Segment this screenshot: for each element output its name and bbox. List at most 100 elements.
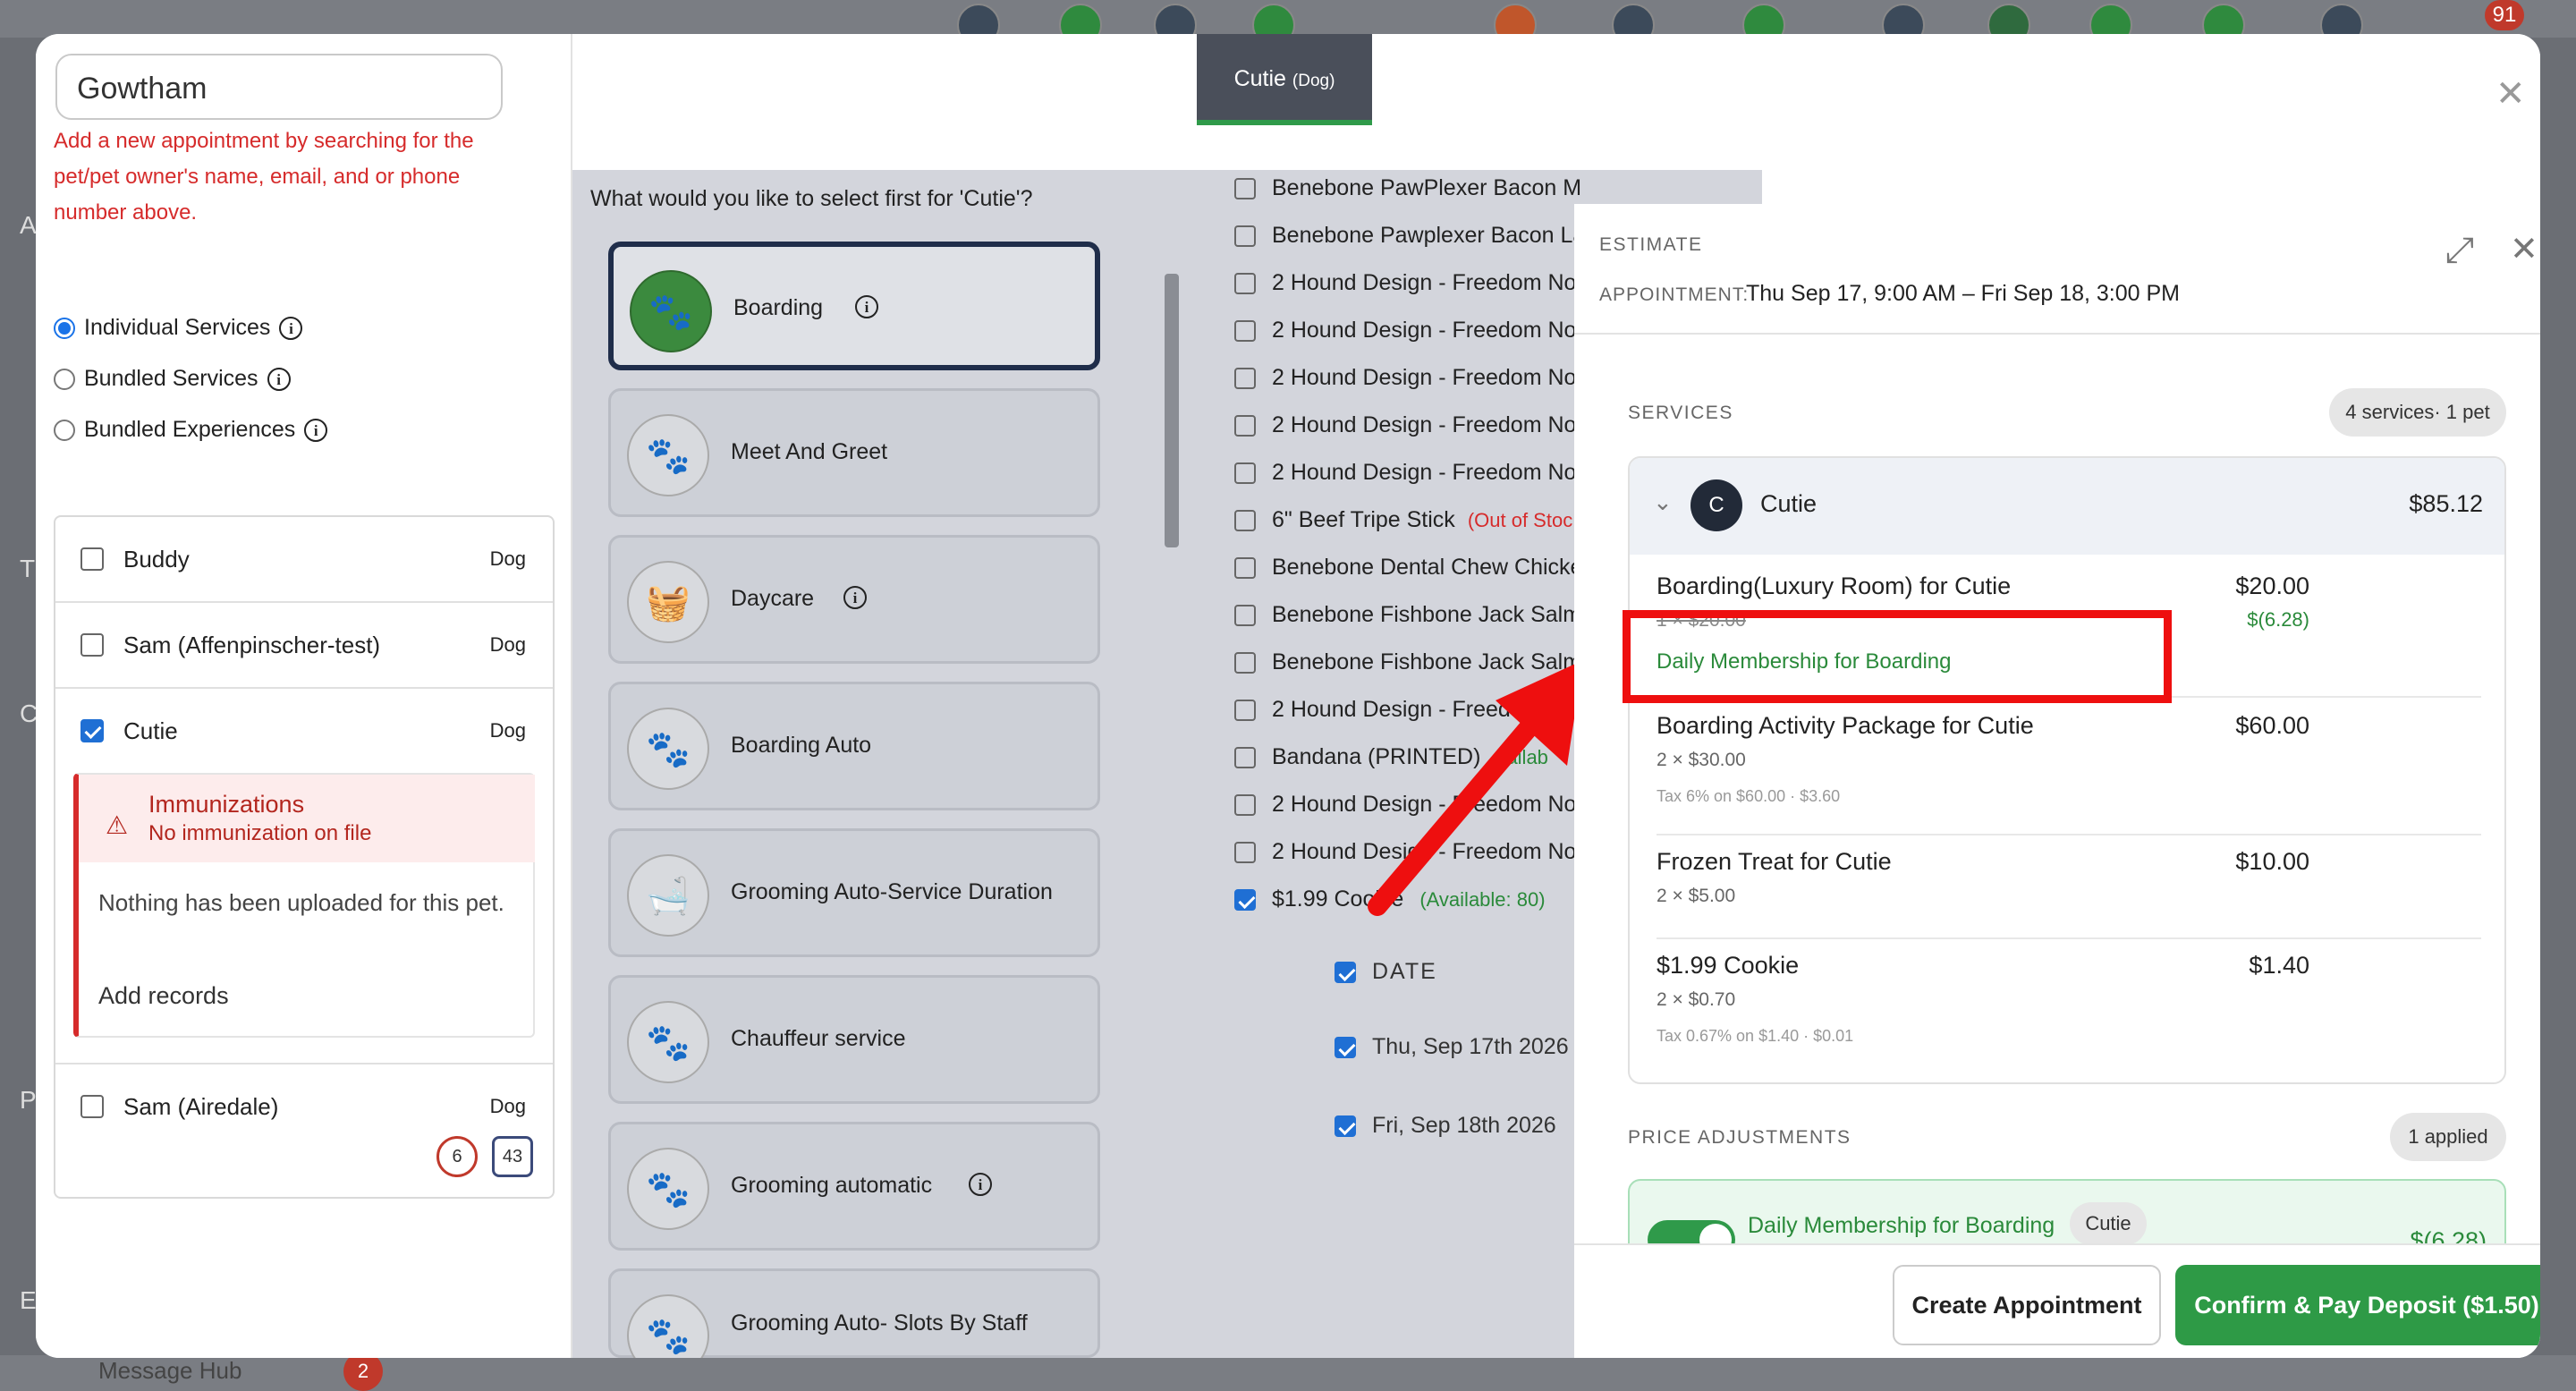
date-header-row[interactable]: DATE: [1335, 959, 1437, 985]
radio-bundled-services[interactable]: Bundled Services i: [54, 366, 291, 392]
info-icon[interactable]: i: [304, 418, 328, 442]
pet-checkbox[interactable]: [80, 633, 104, 657]
pet-row-sam-airedale[interactable]: Sam (Airedale) Dog 6 43: [55, 1064, 553, 1199]
product-row[interactable]: 2 Hound Design - Freedom No: [1234, 365, 1576, 391]
appointment-label: APPOINTMENT:: [1599, 284, 1750, 305]
product-name: 2 Hound Design - Freedom No: [1272, 412, 1577, 437]
estimate-footer: Create Appointment Confirm & Pay Deposit…: [1574, 1243, 2540, 1358]
product-checkbox[interactable]: [1234, 841, 1256, 863]
line-item-title: Boarding(Luxury Room) for Cutie: [1657, 573, 2012, 599]
pet-checkbox[interactable]: [80, 1095, 104, 1118]
close-icon[interactable]: ✕: [2496, 73, 2526, 115]
paw-icon: 🐾: [627, 708, 709, 790]
warning-icon: ⚠: [106, 811, 129, 839]
radio-individual-services[interactable]: Individual Services i: [54, 315, 303, 341]
pet-name: Sam (Affenpinscher-test): [123, 632, 381, 658]
pet-summary-row[interactable]: ⌄ C Cutie $85.12: [1630, 458, 2504, 555]
product-row[interactable]: Benebone PawPlexer Bacon M: [1234, 175, 1581, 201]
pet-name: Cutie: [123, 717, 178, 744]
expand-icon[interactable]: ⤢: [2445, 231, 2474, 271]
product-checkbox[interactable]: [1234, 414, 1256, 437]
product-checkbox[interactable]: [1234, 319, 1256, 342]
product-checkbox-checked[interactable]: [1234, 888, 1256, 911]
product-checkbox[interactable]: [1234, 509, 1256, 531]
line-item: Frozen Treat for Cutie $10.00 2 × $5.00: [1657, 848, 2481, 937]
radio-icon[interactable]: [54, 368, 75, 390]
services-count-pill: 4 services· 1 pet: [2329, 388, 2506, 437]
message-hub-label: Message Hub: [98, 1357, 242, 1384]
radio-selected-icon[interactable]: [54, 317, 75, 339]
pet-checkbox[interactable]: [80, 547, 104, 571]
product-row[interactable]: Benebone Fishbone Jack Salm: [1234, 602, 1581, 628]
product-checkbox[interactable]: [1234, 462, 1256, 484]
pet-tab-cutie[interactable]: Cutie (Dog): [1197, 34, 1372, 123]
pet-row-sam-affenpinscher[interactable]: Sam (Affenpinscher-test) Dog: [55, 603, 553, 689]
product-checkbox[interactable]: [1234, 367, 1256, 389]
services-card: ⌄ C Cutie $85.12 Boarding(Luxury Room) f…: [1628, 456, 2506, 1084]
radio-icon[interactable]: [54, 419, 75, 441]
service-card-chauffeur[interactable]: 🐾 Chauffeur service: [608, 975, 1100, 1104]
product-checkbox[interactable]: [1234, 793, 1256, 816]
service-card-meet-and-greet[interactable]: 🐾 Meet And Greet: [608, 388, 1100, 517]
service-card-grooming-slots-by-staff[interactable]: 🐾 Grooming Auto- Slots By Staff: [608, 1268, 1100, 1358]
info-icon[interactable]: i: [969, 1173, 992, 1196]
product-checkbox[interactable]: [1234, 225, 1256, 247]
service-card-daycare[interactable]: 🧺 Daycare i: [608, 535, 1100, 664]
paw-icon: 🐾: [627, 414, 709, 496]
product-row[interactable]: 2 Hound Design - Freedom No: [1234, 412, 1576, 438]
tab-pet-name: Cutie: [1233, 66, 1286, 91]
immunization-body: Nothing has been uploaded for this pet.: [98, 889, 504, 916]
date-row[interactable]: Fri, Sep 18th 2026: [1335, 1113, 1556, 1139]
date-select-all-checkbox[interactable]: [1335, 961, 1356, 983]
pet-species: Dog: [489, 1095, 526, 1117]
product-name: Benebone Fishbone Jack Salm: [1272, 602, 1582, 627]
notification-badge[interactable]: 91: [2485, 0, 2524, 30]
info-icon[interactable]: i: [855, 295, 878, 318]
product-row[interactable]: 2 Hound Design - Freedom No: [1234, 318, 1576, 344]
info-icon[interactable]: i: [267, 367, 291, 391]
service-card-grooming-automatic[interactable]: 🐾 Grooming automatic i: [608, 1122, 1100, 1251]
chevron-down-icon[interactable]: ⌄: [1653, 488, 1673, 516]
product-row[interactable]: 2 Hound Design - Freedom No: [1234, 460, 1576, 486]
confirm-pay-deposit-button[interactable]: Confirm & Pay Deposit ($1.50): [2175, 1265, 2540, 1345]
product-row[interactable]: Benebone Pawplexer Bacon La: [1234, 223, 1585, 249]
service-card-grooming-auto-duration[interactable]: 🛁 Grooming Auto-Service Duration: [608, 828, 1100, 957]
product-checkbox[interactable]: [1234, 651, 1256, 674]
product-checkbox[interactable]: [1234, 272, 1256, 294]
product-name: Benebone PawPlexer Bacon M: [1272, 175, 1582, 200]
date-checkbox[interactable]: [1335, 1036, 1356, 1058]
pet-selection-pane: Gowtham Add a new appointment by searchi…: [36, 34, 572, 1358]
service-card-boarding-auto[interactable]: 🐾 Boarding Auto: [608, 682, 1100, 810]
product-row[interactable]: Benebone Dental Chew Chicke: [1234, 555, 1582, 581]
line-item-title: $1.99 Cookie: [1657, 952, 1800, 979]
info-icon[interactable]: i: [843, 586, 867, 609]
service-list-scrollbar[interactable]: [1165, 274, 1179, 547]
add-records-link[interactable]: Add records: [98, 982, 229, 1010]
product-checkbox[interactable]: [1234, 604, 1256, 626]
product-row[interactable]: 2 Hound Design - Freedom No: [1234, 270, 1576, 296]
immunization-subtitle: No immunization on file: [148, 821, 372, 845]
radio-bundled-experiences[interactable]: Bundled Experiences i: [54, 417, 328, 443]
info-icon[interactable]: i: [279, 316, 303, 340]
line-item-quantity: 2 × $5.00: [1657, 886, 1736, 906]
date-checkbox[interactable]: [1335, 1115, 1356, 1137]
service-label: Chauffeur service: [731, 1026, 906, 1051]
product-checkbox[interactable]: [1234, 699, 1256, 721]
product-row[interactable]: 6" Beef Tripe Stick (Out of Stoc: [1234, 507, 1572, 533]
pet-species: Dog: [489, 547, 526, 570]
product-name: 2 Hound Design - Freedom No: [1272, 270, 1577, 295]
product-checkbox[interactable]: [1234, 746, 1256, 768]
line-item: Boarding Activity Package for Cutie $60.…: [1657, 712, 2481, 828]
product-checkbox[interactable]: [1234, 556, 1256, 579]
pet-checkbox-checked[interactable]: [80, 719, 104, 742]
date-row[interactable]: Thu, Sep 17th 2026: [1335, 1034, 1569, 1060]
service-label: Boarding Auto: [731, 733, 872, 758]
pet-row-buddy[interactable]: Buddy Dog: [55, 517, 553, 603]
background-letter: E: [20, 1286, 37, 1314]
product-checkbox[interactable]: [1234, 177, 1256, 199]
create-appointment-button[interactable]: Create Appointment: [1893, 1265, 2161, 1345]
service-card-boarding[interactable]: 🐾 Boarding i: [608, 242, 1100, 370]
search-input[interactable]: Gowtham: [55, 54, 503, 120]
grooming-icon: 🛁: [627, 854, 709, 937]
close-icon[interactable]: ✕: [2510, 229, 2538, 269]
